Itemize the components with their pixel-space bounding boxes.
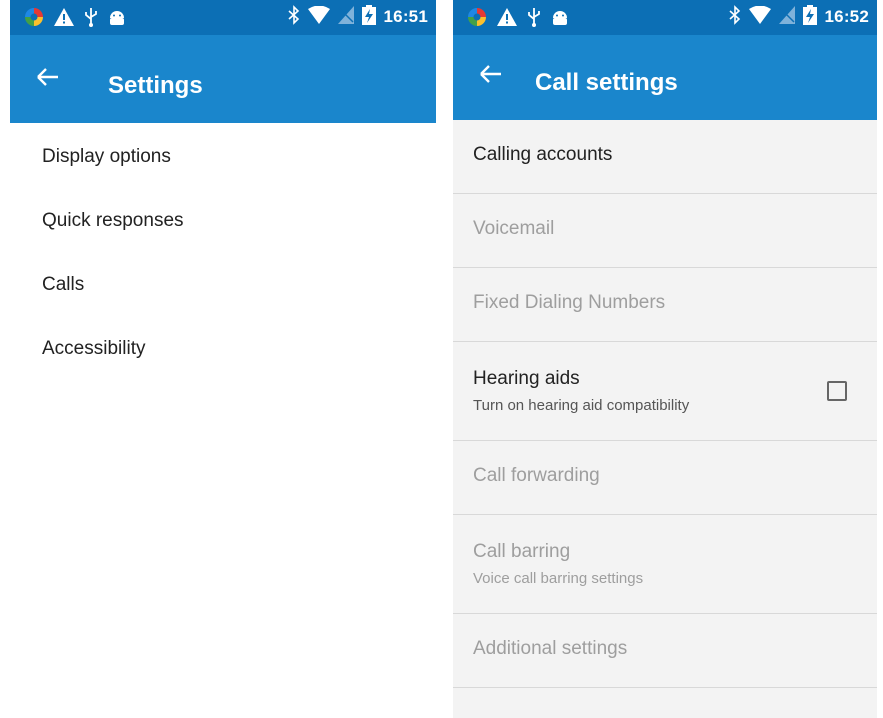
wifi-icon <box>748 5 771 28</box>
call-setting-voicemail: Voicemail <box>453 194 877 268</box>
status-bar: 16:51 <box>10 0 436 35</box>
call-settings-list: Calling accounts Voicemail Fixed Dialing… <box>453 120 877 688</box>
settings-screen: 16:51 Settings Display options Quick res… <box>10 0 436 718</box>
back-arrow-icon[interactable] <box>477 60 505 88</box>
setting-subtitle: Voice call barring settings <box>473 570 644 587</box>
setting-title: Calling accounts <box>473 144 613 165</box>
setting-title: Voicemail <box>473 218 555 239</box>
usb-icon <box>84 7 98 31</box>
no-sim-icon <box>778 6 795 28</box>
status-bar: 16:52 <box>453 0 877 35</box>
call-setting-fixed-dialing-numbers: Fixed Dialing Numbers <box>453 268 877 342</box>
hearing-aids-checkbox[interactable] <box>827 381 847 401</box>
call-settings-screen: 16:52 Call settings Calling accounts Voi… <box>453 0 877 718</box>
bluetooth-icon <box>728 5 741 29</box>
warning-icon <box>497 8 517 30</box>
setting-title: Additional settings <box>473 638 628 659</box>
status-time: 16:51 <box>383 7 428 26</box>
settings-list: Display options Quick responses Calls Ac… <box>10 123 436 401</box>
status-time: 16:52 <box>824 7 869 26</box>
android-icon <box>551 8 569 30</box>
setting-subtitle: Turn on hearing aid compatibility <box>473 397 690 414</box>
app-bar: Call settings <box>453 35 877 120</box>
wifi-icon <box>307 5 330 28</box>
page-title: Call settings <box>535 69 678 96</box>
warning-icon <box>54 8 74 30</box>
battery-charging-icon <box>802 5 817 29</box>
no-sim-icon <box>337 6 354 28</box>
call-setting-additional-settings: Additional settings <box>453 614 877 688</box>
app-bar: Settings <box>10 35 436 123</box>
android-icon <box>108 8 126 30</box>
settings-item-accessibility[interactable]: Accessibility <box>10 337 436 401</box>
settings-item-quick-responses[interactable]: Quick responses <box>10 209 436 273</box>
bluetooth-icon <box>287 5 300 29</box>
settings-item-calls[interactable]: Calls <box>10 273 436 337</box>
setting-title: Call barring <box>473 541 571 562</box>
colorful-app-icon <box>467 7 487 31</box>
call-setting-call-barring: Call barring Voice call barring settings <box>453 515 877 614</box>
setting-title: Hearing aids <box>473 368 580 389</box>
battery-charging-icon <box>361 5 376 29</box>
setting-title: Call forwarding <box>473 465 600 486</box>
setting-title: Fixed Dialing Numbers <box>473 292 666 313</box>
colorful-app-icon <box>24 7 44 31</box>
usb-icon <box>527 7 541 31</box>
call-setting-hearing-aids[interactable]: Hearing aids Turn on hearing aid compati… <box>453 342 877 441</box>
page-title: Settings <box>108 72 203 99</box>
call-setting-call-forwarding: Call forwarding <box>453 441 877 515</box>
settings-item-display-options[interactable]: Display options <box>10 145 436 209</box>
call-setting-calling-accounts[interactable]: Calling accounts <box>453 120 877 194</box>
back-arrow-icon[interactable] <box>34 63 62 91</box>
